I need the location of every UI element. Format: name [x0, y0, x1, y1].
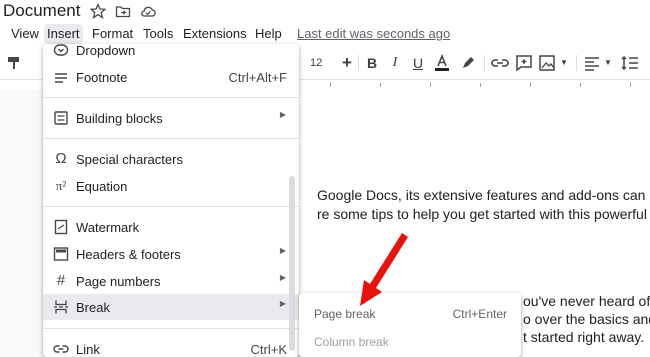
last-edit-link[interactable]: Last edit was seconds ago: [297, 26, 450, 41]
submenu-arrow-icon: ▶: [279, 110, 286, 119]
menu-item-label: Break: [76, 300, 110, 315]
chevron-down-icon[interactable]: ▼: [554, 53, 574, 73]
break-submenu: Page break Ctrl+Enter Column break: [299, 293, 521, 357]
menu-item-link[interactable]: Link Ctrl+K: [43, 336, 299, 357]
menu-item-label: Building blocks: [76, 111, 163, 126]
link-icon: [53, 345, 69, 353]
menu-scrollbar[interactable]: [289, 176, 295, 351]
insert-link-icon[interactable]: [490, 53, 510, 73]
menu-item-footnote[interactable]: Footnote Ctrl+Alt+F: [43, 64, 299, 90]
submenu-item-column-break[interactable]: Column break: [299, 327, 521, 355]
menu-item-headers-footers[interactable]: Headers & footers ▶: [43, 241, 299, 267]
menu-item-label: Footnote: [76, 70, 128, 85]
menu-item-label: Watermark: [76, 220, 140, 235]
insert-menu: Dropdown Footnote Ctrl+Alt+F Building bl…: [43, 44, 299, 357]
menu-divider: [43, 97, 299, 98]
document-line: Google Docs, its extensive features and …: [317, 187, 646, 203]
chevron-down-icon[interactable]: ▼: [598, 53, 618, 73]
menu-item-dropdown[interactable]: Dropdown: [43, 44, 299, 63]
menu-item-label: Link: [76, 342, 100, 357]
omega-icon: Ω: [55, 150, 67, 167]
menu-extensions[interactable]: Extensions: [183, 26, 247, 41]
menu-item-label: Page numbers: [76, 274, 161, 289]
highlight-color-icon[interactable]: [458, 53, 478, 73]
menu-divider: [43, 206, 299, 207]
menu-item-equation[interactable]: π² Equation: [43, 173, 299, 199]
menu-insert[interactable]: Insert: [44, 24, 83, 44]
menu-format[interactable]: Format: [92, 26, 133, 41]
menu-item-break[interactable]: Break ▶: [43, 294, 299, 320]
ruler-tick: [380, 83, 381, 87]
submenu-item-shortcut: Ctrl+Enter: [452, 307, 507, 321]
submenu-item-page-break[interactable]: Page break Ctrl+Enter: [299, 299, 521, 327]
menu-help[interactable]: Help: [255, 26, 282, 41]
header-footer-icon: [53, 247, 69, 261]
document-line: t started right away.: [523, 329, 645, 345]
menu-divider: [43, 328, 299, 329]
document-line: ou've never heard of: [523, 293, 650, 309]
building-blocks-icon: [54, 111, 68, 125]
submenu-arrow-icon: ▶: [279, 299, 286, 308]
menu-item-label: Dropdown: [76, 44, 136, 58]
document-line: re some tips to help you get started wit…: [317, 206, 647, 222]
increase-font-size-icon[interactable]: +: [337, 53, 357, 73]
italic-icon[interactable]: I: [385, 53, 405, 73]
ruler-tick: [330, 83, 331, 87]
toolbar-divider: [484, 55, 485, 71]
toolbar-divider: [576, 55, 577, 71]
menu-item-building-blocks[interactable]: Building blocks ▶: [43, 105, 299, 131]
submenu-item-label: Column break: [314, 335, 389, 349]
watermark-icon: [54, 219, 68, 235]
menu-divider: [43, 138, 299, 139]
submenu-arrow-icon: ▶: [279, 246, 286, 255]
font-size-field[interactable]: 12: [310, 57, 322, 69]
title-bar: Document: [0, 0, 650, 22]
dropdown-icon: [53, 44, 69, 56]
paint-format-icon[interactable]: [4, 53, 24, 73]
menu-item-watermark[interactable]: Watermark: [43, 214, 299, 240]
menu-item-special-characters[interactable]: Ω Special characters: [43, 146, 299, 172]
document-title[interactable]: Document: [3, 1, 80, 21]
menu-tools[interactable]: Tools: [143, 26, 173, 41]
menu-bar: View Insert Format Tools Extensions Help…: [0, 24, 650, 44]
hash-icon: #: [56, 272, 66, 289]
footnote-icon: [55, 73, 67, 83]
pi-squared-icon: π²: [55, 178, 67, 193]
menu-item-label: Equation: [76, 179, 128, 194]
line-spacing-icon[interactable]: [620, 53, 640, 73]
menu-item-label: Special characters: [76, 152, 183, 167]
ruler-tick: [530, 83, 531, 87]
ruler-tick: [630, 83, 631, 87]
move-to-folder-icon[interactable]: [115, 3, 131, 19]
menu-item-label: Headers & footers: [76, 247, 181, 262]
bold-icon[interactable]: B: [362, 53, 382, 73]
menu-view[interactable]: View: [11, 26, 39, 41]
underline-icon[interactable]: U: [408, 53, 428, 73]
menu-item-shortcut: Ctrl+Alt+F: [228, 70, 287, 85]
cloud-status-icon[interactable]: [140, 3, 156, 19]
toolbar-divider: [358, 55, 359, 71]
star-icon[interactable]: [90, 3, 106, 19]
submenu-arrow-icon: ▶: [279, 273, 286, 282]
menu-item-page-numbers[interactable]: # Page numbers ▶: [43, 268, 299, 294]
text-color-icon[interactable]: [432, 53, 452, 73]
ruler-tick: [580, 83, 581, 87]
ruler-tick: [430, 83, 431, 87]
add-comment-icon[interactable]: [514, 53, 534, 73]
menu-item-shortcut: Ctrl+K: [250, 342, 287, 357]
document-line: o over the basics and: [523, 311, 650, 327]
break-icon: [54, 300, 68, 314]
annotation-arrow: [360, 233, 408, 306]
ruler-tick: [480, 83, 481, 87]
